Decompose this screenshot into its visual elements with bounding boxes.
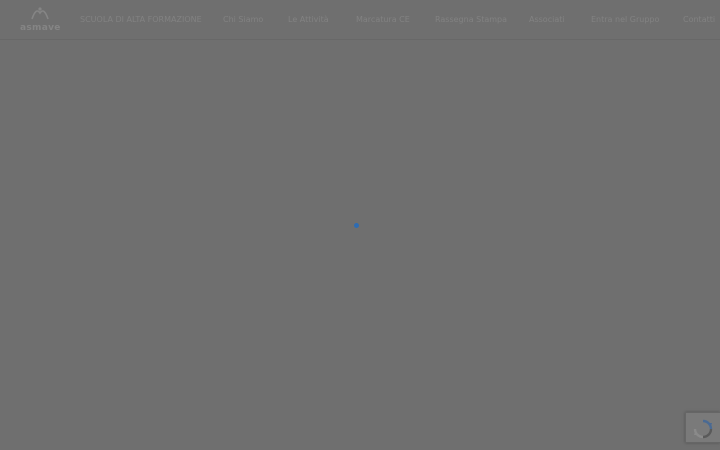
nav-item-le-attivita[interactable]: Le Attività — [288, 14, 329, 26]
site-header: asmave SCUOLA DI ALTA FORMAZIONE Chi Sia… — [0, 0, 720, 40]
loading-spinner-icon — [354, 223, 359, 228]
main-navigation: SCUOLA DI ALTA FORMAZIONE Chi Siamo Le A… — [80, 14, 720, 28]
recaptcha-icon — [693, 419, 713, 439]
nav-item-associati[interactable]: Associati — [529, 14, 565, 26]
recaptcha-badge[interactable] — [685, 412, 720, 443]
page: asmave SCUOLA DI ALTA FORMAZIONE Chi Sia… — [0, 0, 720, 450]
nav-item-chi-siamo[interactable]: Chi Siamo — [223, 14, 263, 26]
nav-item-contatti[interactable]: Contatti — [683, 14, 715, 26]
nav-item-rassegna-stampa[interactable]: Rassegna Stampa — [435, 14, 507, 26]
logo-text: asmave — [20, 23, 61, 33]
logo-mark-icon — [31, 7, 49, 20]
nav-item-scuola-alta-formazione[interactable]: SCUOLA DI ALTA FORMAZIONE — [80, 14, 202, 26]
nav-item-marcatura-ce[interactable]: Marcatura CE — [356, 14, 410, 26]
nav-item-entra-nel-gruppo[interactable]: Entra nel Gruppo — [591, 14, 659, 26]
site-logo[interactable]: asmave — [18, 5, 62, 35]
